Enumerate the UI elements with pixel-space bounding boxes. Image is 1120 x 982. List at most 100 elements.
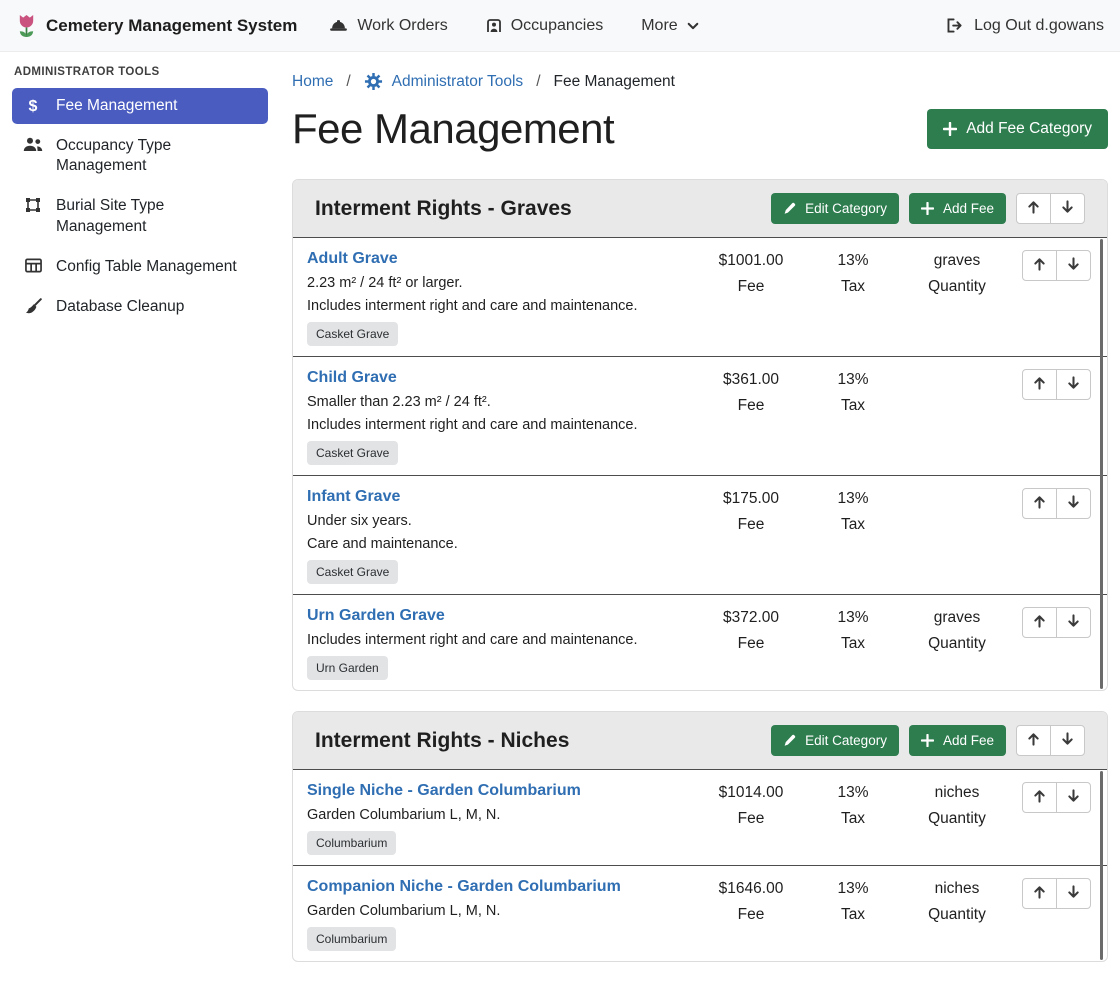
move-down-button[interactable] — [1056, 250, 1091, 281]
breadcrumb-administrator-tools[interactable]: Administrator Tools — [364, 72, 524, 91]
fee-amount: $361.00 — [701, 371, 801, 389]
fee-type-badge: Casket Grave — [307, 441, 398, 465]
tax-value: 13% — [801, 880, 905, 898]
category-title: Interment Rights - Graves — [315, 197, 761, 221]
move-up-button[interactable] — [1022, 488, 1057, 519]
sidebar-item-burial-site-type-management[interactable]: Burial Site Type Management — [12, 188, 268, 244]
add-fee-button[interactable]: Add Fee — [909, 725, 1006, 756]
tax-label: Tax — [801, 516, 905, 534]
sidebar-item-label: Fee Management — [56, 96, 178, 116]
arrow-down-icon — [1061, 200, 1074, 217]
tax-column: 13% Tax — [801, 488, 905, 534]
arrow-down-icon — [1067, 614, 1080, 631]
main-content: Home / Administrator Tools / Fee Managem… — [280, 52, 1120, 982]
fee-amount: $1646.00 — [701, 880, 801, 898]
hard-hat-icon — [329, 18, 348, 33]
tax-label: Tax — [801, 635, 905, 653]
tax-value: 13% — [801, 252, 905, 270]
fee-type-badge: Columbarium — [307, 831, 396, 855]
arrow-up-icon — [1027, 200, 1040, 217]
move-up-button[interactable] — [1016, 193, 1051, 224]
fee-amount: $175.00 — [701, 490, 801, 508]
fee-description: Includes interment right and care and ma… — [307, 417, 691, 433]
nav-more[interactable]: More — [641, 17, 698, 35]
quantity-column: graves Quantity — [905, 250, 1009, 296]
move-up-button[interactable] — [1022, 369, 1057, 400]
arrow-up-icon — [1033, 376, 1046, 393]
edit-category-button[interactable]: Edit Category — [771, 725, 899, 756]
fee-amount: $1001.00 — [701, 252, 801, 270]
fee-name-link[interactable]: Single Niche - Garden Columbarium — [307, 782, 581, 800]
fee-name-link[interactable]: Urn Garden Grave — [307, 607, 445, 625]
fee-name-link[interactable]: Adult Grave — [307, 250, 398, 268]
tax-value: 13% — [801, 784, 905, 802]
move-up-button[interactable] — [1022, 878, 1057, 909]
logout-link[interactable]: Log Out d.gowans — [946, 17, 1104, 35]
vector-square-icon — [22, 197, 44, 213]
category-header: Interment Rights - Graves Edit Category … — [293, 180, 1107, 238]
top-navbar: Cemetery Management System Work Orders O… — [0, 0, 1120, 52]
fee-amount-column: $1014.00 Fee — [701, 782, 801, 828]
fee-name-link[interactable]: Infant Grave — [307, 488, 400, 506]
fee-label: Fee — [701, 516, 801, 534]
chevron-down-icon — [687, 20, 699, 32]
sidebar-item-fee-management[interactable]: $ Fee Management — [12, 88, 268, 124]
fee-name-link[interactable]: Companion Niche - Garden Columbarium — [307, 878, 621, 896]
move-down-button[interactable] — [1056, 488, 1091, 519]
add-fee-category-button[interactable]: Add Fee Category — [927, 109, 1108, 149]
move-down-button[interactable] — [1050, 725, 1085, 756]
sidebar-item-occupancy-type-management[interactable]: Occupancy Type Management — [12, 128, 268, 184]
pencil-icon — [783, 202, 796, 215]
breadcrumb: Home / Administrator Tools / Fee Managem… — [292, 72, 1108, 91]
add-fee-label: Add Fee — [943, 733, 994, 748]
sidebar-item-label: Burial Site Type Management — [56, 196, 258, 236]
breadcrumb-administrator-tools-label: Administrator Tools — [392, 73, 524, 91]
move-down-button[interactable] — [1056, 878, 1091, 909]
scrollbar[interactable] — [1100, 239, 1103, 689]
fee-label: Fee — [701, 906, 801, 924]
quantity-column: niches Quantity — [905, 782, 1009, 828]
edit-category-label: Edit Category — [805, 201, 887, 216]
quantity-label: Quantity — [905, 906, 1009, 924]
sidebar-item-label: Config Table Management — [56, 257, 237, 277]
sidebar-item-database-cleanup[interactable]: Database Cleanup — [12, 289, 268, 325]
plus-icon — [921, 734, 934, 747]
page-title: Fee Management — [292, 105, 614, 153]
tax-label: Tax — [801, 397, 905, 415]
fee-row: Adult Grave 2.23 m² / 24 ft² or larger. … — [293, 238, 1107, 356]
tax-column: 13% Tax — [801, 250, 905, 296]
move-down-button[interactable] — [1050, 193, 1085, 224]
breadcrumb-home[interactable]: Home — [292, 73, 333, 91]
quantity-label: Quantity — [905, 278, 1009, 296]
fee-description: Includes interment right and care and ma… — [307, 298, 691, 314]
move-down-button[interactable] — [1056, 369, 1091, 400]
arrow-down-icon — [1067, 257, 1080, 274]
move-down-button[interactable] — [1056, 782, 1091, 813]
fee-info: Urn Garden Grave Includes interment righ… — [307, 607, 701, 680]
move-up-button[interactable] — [1016, 725, 1051, 756]
quantity-value: graves — [905, 252, 1009, 270]
scrollbar[interactable] — [1100, 771, 1103, 960]
move-up-button[interactable] — [1022, 607, 1057, 638]
move-down-button[interactable] — [1056, 607, 1091, 638]
dollar-icon: $ — [22, 97, 44, 116]
sidebar-nav: $ Fee Management Occupancy Type Manageme… — [0, 88, 280, 325]
fee-type-badge: Casket Grave — [307, 560, 398, 584]
nav-occupancies-label: Occupancies — [511, 17, 604, 35]
sidebar-item-config-table-management[interactable]: Config Table Management — [12, 249, 268, 285]
fee-name-link[interactable]: Child Grave — [307, 369, 397, 387]
edit-category-button[interactable]: Edit Category — [771, 193, 899, 224]
fee-label: Fee — [701, 810, 801, 828]
breadcrumb-separator: / — [346, 73, 350, 91]
move-up-button[interactable] — [1022, 782, 1057, 813]
move-up-button[interactable] — [1022, 250, 1057, 281]
fee-amount-column: $1646.00 Fee — [701, 878, 801, 924]
plus-icon — [921, 202, 934, 215]
arrow-up-icon — [1033, 495, 1046, 512]
fee-reorder-actions — [1022, 250, 1107, 281]
add-fee-button[interactable]: Add Fee — [909, 193, 1006, 224]
nav-occupancies[interactable]: Occupancies — [486, 17, 604, 35]
nav-work-orders[interactable]: Work Orders — [329, 17, 447, 35]
fee-info: Adult Grave 2.23 m² / 24 ft² or larger. … — [307, 250, 701, 346]
arrow-down-icon — [1067, 789, 1080, 806]
